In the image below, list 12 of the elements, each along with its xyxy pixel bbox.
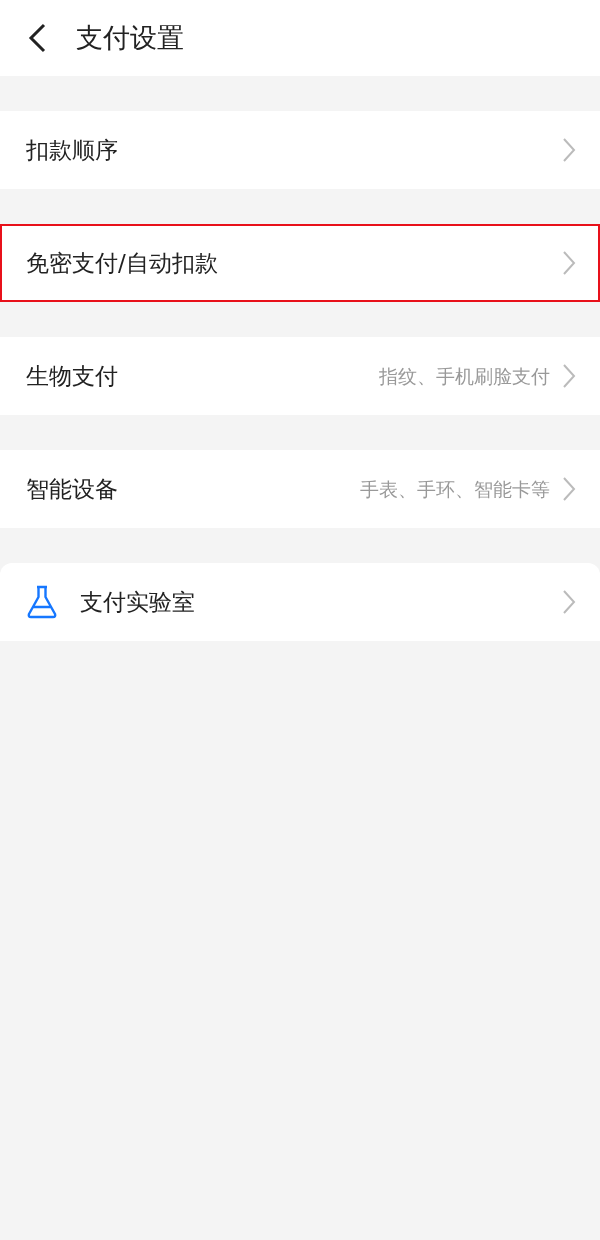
page-title: 支付设置 xyxy=(76,20,184,55)
chevron-icon xyxy=(562,476,576,502)
settings-row[interactable]: 免密支付/自动扣款 xyxy=(0,224,600,302)
settings-row[interactable]: 扣款顺序 xyxy=(0,111,600,189)
chevron-icon xyxy=(562,589,576,615)
chevron-icon xyxy=(562,250,576,276)
flask-icon xyxy=(26,585,58,619)
chevron-icon xyxy=(562,363,576,389)
settings-row[interactable]: 生物支付 指纹、手机刷脸支付 xyxy=(0,337,600,415)
chevron-icon xyxy=(562,137,576,163)
settings-row[interactable]: 智能设备 手表、手环、智能卡等 xyxy=(0,450,600,528)
settings-row[interactable]: 支付实验室 xyxy=(0,563,600,641)
